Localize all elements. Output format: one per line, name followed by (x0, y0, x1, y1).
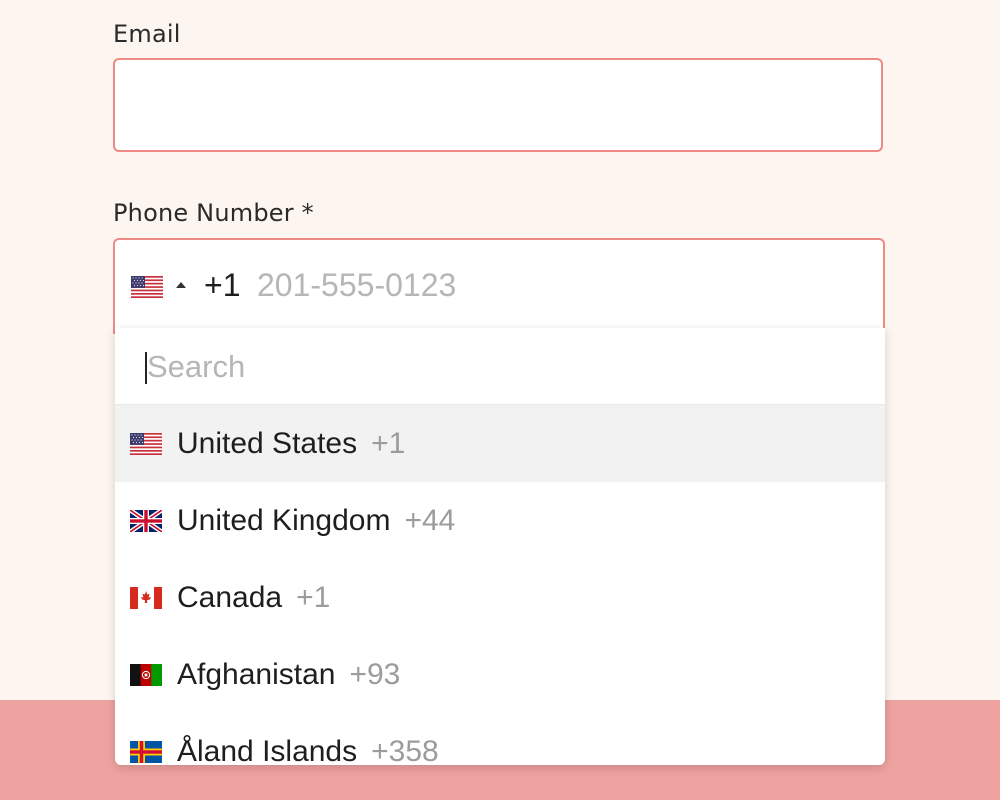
country-dial-code: +93 (349, 658, 401, 691)
country-option-united-kingdom[interactable]: United Kingdom +44 (115, 482, 885, 559)
country-name: Canada (177, 581, 283, 614)
caret-up-icon[interactable] (176, 282, 186, 288)
country-search-input[interactable]: Search (115, 328, 885, 405)
country-name: Åland Islands (177, 735, 358, 765)
canada-flag-icon (130, 587, 162, 609)
email-field[interactable] (113, 58, 883, 152)
country-dial-code: +358 (371, 735, 439, 765)
country-dial-code: +1 (371, 427, 406, 460)
us-flag-icon (130, 433, 162, 455)
country-name: United Kingdom (177, 504, 391, 537)
country-name: Afghanistan (177, 658, 336, 691)
country-dropdown[interactable]: Search United States +1 United Kingdom +44… (115, 328, 885, 765)
aland-flag-icon (130, 741, 162, 763)
afghanistan-flag-icon (130, 664, 162, 686)
country-option-aland-islands[interactable]: Åland Islands +358 (115, 713, 885, 765)
country-name: United States (177, 427, 358, 460)
country-dial-code: +44 (404, 504, 456, 537)
dial-code: +1 (204, 267, 241, 303)
phone-placeholder[interactable]: 201-555-0123 (257, 267, 456, 304)
country-dial-code: +1 (296, 581, 331, 614)
us-flag-icon[interactable] (131, 276, 163, 298)
country-option-canada[interactable]: Canada +1 (115, 559, 885, 636)
phone-label: Phone Number * (113, 199, 314, 227)
phone-number-field[interactable]: +1 201-555-0123 (113, 238, 885, 334)
country-option-afghanistan[interactable]: Afghanistan +93 (115, 636, 885, 713)
uk-flag-icon (130, 510, 162, 532)
country-option-united-states[interactable]: United States +1 (115, 405, 885, 482)
email-label: Email (113, 20, 181, 48)
search-placeholder: Search (147, 349, 246, 384)
